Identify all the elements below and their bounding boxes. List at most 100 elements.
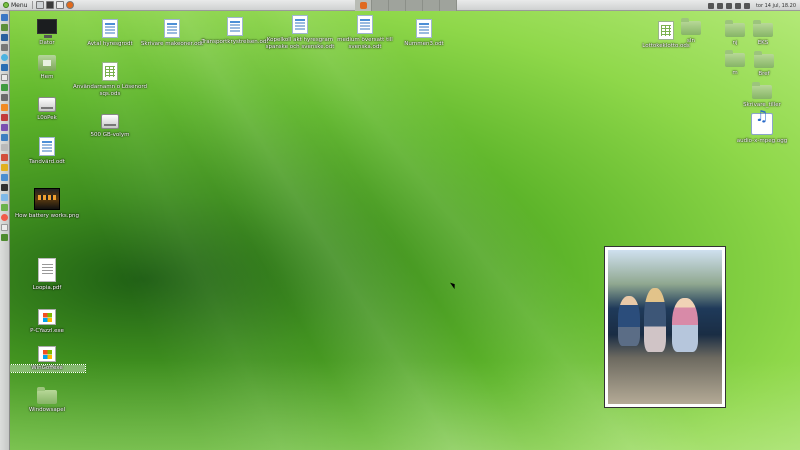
task-4[interactable] xyxy=(423,0,441,11)
left-launcher-panel xyxy=(0,11,10,450)
clock[interactable]: tor 14 jul, 18.20 xyxy=(756,3,796,9)
folder-icon xyxy=(754,51,774,68)
icon-label: Loopia.pdf xyxy=(32,285,62,291)
launcher-app-icon[interactable] xyxy=(1,204,8,211)
document-icon xyxy=(227,17,243,36)
launcher-app-icon[interactable] xyxy=(1,184,8,191)
icon-label: Användarnamn o Lösenord sqs.ods xyxy=(72,84,148,97)
photo-frame-widget[interactable] xyxy=(604,246,726,408)
launcher-app-icon[interactable] xyxy=(1,14,8,21)
files-icon[interactable] xyxy=(56,1,65,9)
document-icon xyxy=(102,19,118,38)
photo-child-right xyxy=(672,298,698,352)
icon-label: P-CYazzl.exe xyxy=(30,328,64,334)
desktop-icon-windowsapel[interactable]: Windowsapel xyxy=(9,387,85,414)
icon-label: Nummen3.odt xyxy=(404,41,444,47)
task-1[interactable] xyxy=(372,0,390,11)
icon-label: Bref xyxy=(758,71,770,77)
desktop-icon-folder-sln[interactable]: sln xyxy=(669,18,713,45)
desktop-icon-battery-png[interactable]: How battery works.png xyxy=(9,188,85,220)
icon-label: 500 GB-volym xyxy=(90,132,130,138)
battery-icon[interactable] xyxy=(734,2,741,9)
desktop-icon-folder-skrivare[interactable]: Skrivare_tiller xyxy=(724,82,800,109)
launcher-app-icon[interactable] xyxy=(1,164,8,171)
icon-label: Tandvärd.odt xyxy=(29,159,65,165)
document-icon xyxy=(357,15,373,34)
launcher-app-icon[interactable] xyxy=(1,234,8,241)
launcher-app-icon[interactable] xyxy=(1,44,8,51)
launcher-app-icon[interactable] xyxy=(1,54,8,61)
family-photo xyxy=(608,250,722,404)
system-tray: tor 14 jul, 18.20 xyxy=(707,0,800,11)
desktop-icon-exe-2[interactable]: WinGoffexe xyxy=(8,346,86,373)
folder-icon xyxy=(752,82,772,99)
launcher-app-icon[interactable] xyxy=(1,174,8,181)
launcher-app-icon[interactable] xyxy=(1,74,8,81)
icon-label: How battery works.png xyxy=(15,213,79,219)
launcher-app-icon[interactable] xyxy=(1,224,8,231)
icon-label: WinGoffexe xyxy=(8,364,86,373)
task-5[interactable] xyxy=(440,0,458,11)
launcher-app-icon[interactable] xyxy=(1,134,8,141)
exe-icon xyxy=(38,346,56,362)
launcher-app-icon[interactable] xyxy=(1,124,8,131)
desktop-icon-anvandarnamn[interactable]: Användarnamn o Lösenord sqs.ods xyxy=(72,62,148,97)
photo-child-left xyxy=(618,296,640,346)
show-desktop-icon[interactable] xyxy=(36,1,45,9)
taskbar xyxy=(355,0,458,11)
desktop-icon-folder-bref[interactable]: Bref xyxy=(742,51,786,78)
pdf-icon xyxy=(38,258,56,282)
icon-label: sln xyxy=(687,38,695,44)
image-icon xyxy=(34,188,60,210)
launcher-app-icon[interactable] xyxy=(1,104,8,111)
launcher-app-icon[interactable] xyxy=(1,34,8,41)
folder-icon xyxy=(753,20,773,37)
menu-button[interactable]: Menu xyxy=(0,0,30,11)
icon-label: EKS xyxy=(757,40,769,46)
launcher-app-icon[interactable] xyxy=(1,64,8,71)
terminal-icon[interactable] xyxy=(46,1,55,9)
launcher-app-icon[interactable] xyxy=(1,194,8,201)
mouse-cursor-icon xyxy=(449,280,458,290)
launcher-app-icon[interactable] xyxy=(1,114,8,121)
launcher-app-icon[interactable] xyxy=(1,144,8,151)
launcher-app-icon[interactable] xyxy=(1,84,8,91)
bluetooth-icon[interactable] xyxy=(725,2,732,9)
drive-icon xyxy=(101,114,119,129)
launcher-app-icon[interactable] xyxy=(1,214,8,221)
network-icon[interactable] xyxy=(707,2,714,9)
document-icon xyxy=(164,19,180,38)
photo-child-middle xyxy=(644,288,666,352)
drive-icon xyxy=(38,97,56,112)
firefox-task-icon xyxy=(359,1,367,9)
desktop-icon-tandvard[interactable]: Tandvärd.odt xyxy=(9,137,85,166)
menu-label: Menu xyxy=(11,1,28,9)
exe-icon xyxy=(38,309,56,325)
icon-label: Windowsapel xyxy=(28,407,66,413)
desktop-icon-audio[interactable]: audio-x-mpeg.ogg xyxy=(724,113,800,145)
mint-logo-icon xyxy=(3,2,9,8)
spreadsheet-icon xyxy=(102,62,118,81)
top-panel: Menu tor 14 jul, 18.20 xyxy=(0,0,800,11)
home-folder-icon xyxy=(38,55,56,71)
launcher-app-icon[interactable] xyxy=(1,94,8,101)
task-3[interactable] xyxy=(406,0,424,11)
desktop-icon-loopia-pdf[interactable]: Loopia.pdf xyxy=(9,258,85,292)
desktop-icon-folder-eks[interactable]: EKS xyxy=(741,20,785,47)
task-2[interactable] xyxy=(389,0,407,11)
desktop-icon-exe-1[interactable]: P-CYazzl.exe xyxy=(9,309,85,335)
firefox-icon[interactable] xyxy=(66,1,75,9)
icon-label: audio-x-mpeg.ogg xyxy=(736,138,788,144)
launcher-app-icon[interactable] xyxy=(1,24,8,31)
document-icon xyxy=(416,19,432,38)
folder-icon xyxy=(37,387,57,404)
task-firefox[interactable] xyxy=(355,0,373,11)
volume-icon[interactable] xyxy=(743,2,750,9)
update-icon[interactable] xyxy=(716,2,723,9)
panel-separator xyxy=(32,1,34,9)
folder-icon xyxy=(681,18,701,35)
launcher-app-icon[interactable] xyxy=(1,154,8,161)
desktop-icon-500gb[interactable]: 500 GB-volym xyxy=(72,114,148,139)
desktop-icon-nummen[interactable]: Nummen3.odt xyxy=(386,19,462,48)
document-icon xyxy=(292,15,308,34)
